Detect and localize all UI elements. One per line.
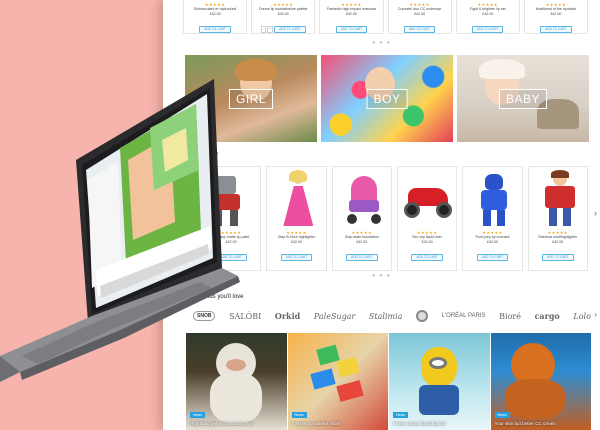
product-price: £42.00: [421, 240, 433, 244]
motorbike-toy-image[interactable]: [398, 170, 456, 228]
category-banners: GIRL BOY BABY: [185, 55, 589, 142]
add-to-cart-button[interactable]: ADD TO CART: [540, 26, 572, 33]
product-card[interactable]: ★★★★★ Nutritional of the hydrator £42.00…: [523, 0, 589, 34]
product-price: £42.00: [345, 12, 357, 16]
rag-doll-image[interactable]: [529, 170, 587, 228]
product-card[interactable]: ★★★★★ Fantastic high impact mascara £42.…: [319, 0, 384, 34]
product-card[interactable]: ★★★★★ Glap B-Hour highlighter £42.00 ADD…: [266, 166, 327, 271]
product-price: £42.00: [277, 12, 289, 16]
add-to-cart-button[interactable]: ADD TO CART: [280, 254, 313, 261]
baby-bonnet-image: [479, 59, 525, 79]
child-hair-image: [235, 59, 277, 81]
blog-title[interactable]: Hydrating gel-mild smooth skin: [190, 421, 253, 426]
blog-title[interactable]: Your skin but better CC cream: [495, 421, 556, 426]
category-girl[interactable]: GIRL: [185, 55, 317, 142]
brands-next-arrow[interactable]: ›: [594, 310, 597, 319]
carousel-dots[interactable]: ● ● ●: [163, 273, 600, 279]
news-badge: News: [494, 412, 510, 418]
carousel-next-arrow[interactable]: ›: [594, 208, 597, 218]
product-card[interactable]: ★★★★★ Rainbow multihighlighter £42.00 AD…: [527, 166, 588, 271]
product-price: £42.00: [552, 240, 564, 244]
doll-toy-image[interactable]: [267, 170, 325, 228]
product-card[interactable]: ★★★★★ Glap state foundation £42.00 ADD T…: [331, 166, 392, 271]
brand-logo[interactable]: cargo: [535, 311, 560, 321]
category-boy[interactable]: BOY: [321, 55, 453, 142]
add-to-cart-button[interactable]: ADD TO CART: [476, 254, 509, 261]
add-to-cart-button[interactable]: ADD TO CART: [274, 26, 306, 33]
category-label[interactable]: BOY: [366, 88, 408, 109]
product-price: £42.00: [290, 240, 302, 244]
pink-backdrop: [0, 0, 165, 430]
add-to-cart-button[interactable]: ADD TO CART: [346, 254, 378, 261]
stroller-toy-image[interactable]: [333, 170, 391, 228]
hero-figure-image[interactable]: [463, 170, 521, 228]
brand-logo[interactable]: SALÓBI: [229, 312, 261, 321]
category-label[interactable]: GIRL: [228, 88, 274, 109]
add-to-cart-button[interactable]: ADD TO CART: [335, 26, 368, 33]
news-badge: News: [190, 412, 205, 418]
brand-logo[interactable]: SNOB: [193, 311, 216, 321]
product-price: £42.00: [550, 12, 562, 16]
news-badge: News: [393, 412, 408, 418]
brands-row: SNOB SALÓBI Orkid PaleSugar Stalimia L'O…: [193, 306, 591, 326]
news-badge: News: [291, 412, 307, 418]
product-price: £42.00: [356, 240, 368, 244]
brands-title: Top brands you'll love: [186, 294, 244, 300]
section-title: ncing: [206, 151, 218, 157]
blog-card[interactable]: News 5 New matte liquid lipstick: [389, 333, 490, 430]
product-card[interactable]: ★★★★★ Dream lip sunbathaline palette £42…: [251, 0, 316, 34]
add-to-cart-button[interactable]: ADD TO CART: [411, 254, 443, 261]
product-card[interactable]: ★★★★★ Pool prep by enchant £42.00 ADD TO…: [462, 166, 523, 271]
brand-logo[interactable]: Orkid: [275, 311, 300, 321]
blog-title[interactable]: 5 New matte liquid lipstick: [393, 421, 446, 426]
store-page: ★★★★★ Skinnoculant er hydrodunit £42.00 …: [163, 0, 600, 430]
add-to-cart-button[interactable]: ADD TO CART: [472, 26, 504, 33]
blog-card[interactable]: News 3 Make up palette tricks: [287, 333, 388, 430]
add-to-cart-button[interactable]: ADD TO CART: [542, 254, 574, 261]
category-label[interactable]: BABY: [498, 88, 548, 109]
robot-toy-image[interactable]: [202, 170, 260, 228]
product-price: £42.00: [414, 12, 426, 16]
product-card[interactable]: ★★★★★ Fight & brighten lip set £42.00 AD…: [455, 0, 520, 34]
product-card[interactable]: ★★★★★ Fantasy matte lip paint £42.00 ADD…: [201, 166, 262, 271]
brand-logo[interactable]: Bioré: [499, 312, 521, 321]
blog-card[interactable]: News Your skin but better CC cream: [490, 333, 591, 430]
carousel-dots[interactable]: ● ● ●: [163, 40, 600, 46]
category-baby[interactable]: BABY: [457, 55, 589, 142]
brand-logo[interactable]: [416, 310, 429, 322]
add-to-cart-button[interactable]: ADD TO CART: [199, 26, 231, 33]
product-card[interactable]: ★★★★★ Colorstel duo CC undereye £42.00 A…: [387, 0, 452, 34]
product-price: £42.00: [482, 12, 494, 16]
brand-logo[interactable]: Stalimia: [369, 312, 403, 321]
product-row: ★★★★★ Fantasy matte lip paint £42.00 ADD…: [201, 166, 588, 271]
blog-title[interactable]: 3 Make up palette tricks: [292, 421, 341, 426]
brand-logo[interactable]: PaleSugar: [314, 312, 355, 321]
top-product-row: ★★★★★ Skinnoculant er hydrodunit £42.00 …: [183, 0, 589, 34]
brand-logo[interactable]: L'ORÉAL PARIS: [442, 313, 486, 319]
qty-minus-button[interactable]: -: [260, 26, 267, 33]
blog-card[interactable]: News Hydrating gel-mild smooth skin: [186, 333, 287, 430]
product-price: £42.00: [209, 12, 221, 16]
brand-logo[interactable]: Lolo: [573, 312, 591, 321]
qty-plus-button[interactable]: +: [267, 26, 274, 33]
product-card[interactable]: ★★★★★ Sex oxy liquid liner £42.00 ADD TO…: [396, 166, 458, 271]
product-price: £42.00: [225, 240, 237, 244]
blog-row: News Hydrating gel-mild smooth skin News…: [186, 333, 591, 430]
product-price: £42.00: [486, 240, 498, 244]
add-to-cart-button[interactable]: ADD TO CART: [215, 254, 247, 261]
add-to-cart-button[interactable]: ADD TO CART: [403, 26, 436, 33]
product-card[interactable]: ★★★★★ Skinnoculant er hydrodunit £42.00 …: [183, 0, 248, 34]
